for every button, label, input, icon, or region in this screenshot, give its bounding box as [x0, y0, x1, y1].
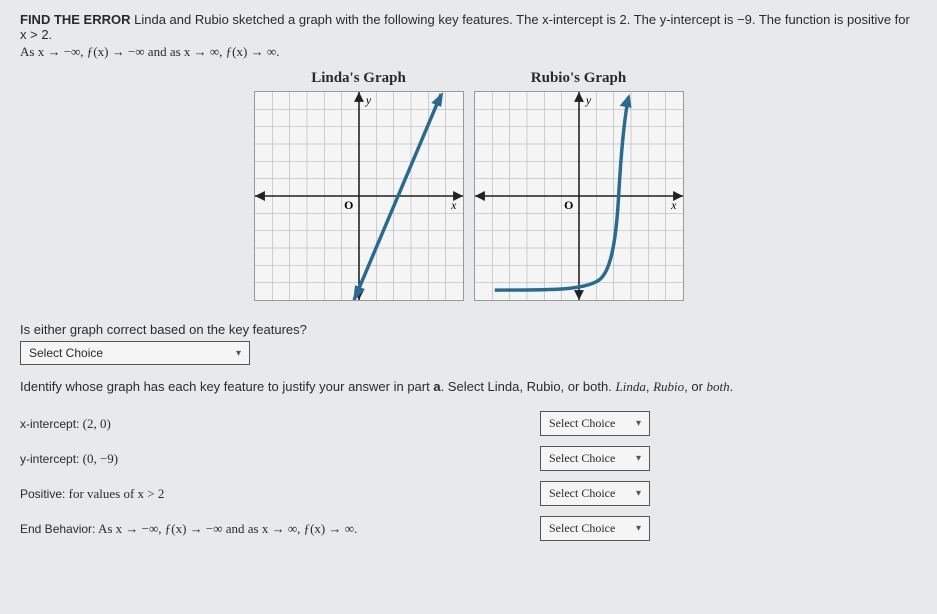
- chevron-down-icon: ▾: [636, 523, 641, 534]
- linda-graph: y x O: [254, 91, 464, 301]
- feature-label: y-intercept: (0, −9): [20, 451, 540, 467]
- feature-label: x-intercept: (2, 0): [20, 416, 540, 432]
- svg-text:x: x: [670, 198, 677, 212]
- graphs-container: Linda's Graph y x O Rubio's Graph: [20, 70, 917, 304]
- feature-label: End Behavior: As x → −∞, ƒ(x) → −∞ and a…: [20, 521, 540, 537]
- chevron-down-icon: ▾: [636, 418, 641, 429]
- identify-instruction: Identify whose graph has each key featur…: [20, 379, 917, 395]
- select-yintercept[interactable]: Select Choice▾: [540, 446, 650, 471]
- select-placeholder: Select Choice: [29, 346, 103, 360]
- svg-text:y: y: [364, 93, 371, 107]
- chevron-down-icon: ▾: [636, 453, 641, 464]
- select-xintercept[interactable]: Select Choice▾: [540, 411, 650, 436]
- header-rest: Linda and Rubio sketched a graph with th…: [20, 12, 910, 42]
- feature-row-yintercept: y-intercept: (0, −9) Select Choice▾: [20, 446, 917, 471]
- rubio-graph: y x O: [474, 91, 684, 301]
- feature-row-positive: Positive: for values of x > 2 Select Cho…: [20, 481, 917, 506]
- question-a-select[interactable]: Select Choice ▾: [20, 341, 250, 365]
- problem-header: FIND THE ERROR Linda and Rubio sketched …: [20, 12, 917, 42]
- chevron-down-icon: ▾: [236, 348, 241, 359]
- feature-row-xintercept: x-intercept: (2, 0) Select Choice▾: [20, 411, 917, 436]
- question-a-text: Is either graph correct based on the key…: [20, 322, 917, 337]
- svg-text:x: x: [450, 198, 457, 212]
- svg-text:O: O: [564, 198, 573, 212]
- rubio-graph-block: Rubio's Graph y x O: [474, 70, 684, 304]
- select-positive[interactable]: Select Choice▾: [540, 481, 650, 506]
- svg-text:y: y: [584, 93, 591, 107]
- feature-row-endbehavior: End Behavior: As x → −∞, ƒ(x) → −∞ and a…: [20, 516, 917, 541]
- chevron-down-icon: ▾: [636, 488, 641, 499]
- svg-text:O: O: [344, 198, 353, 212]
- linda-graph-block: Linda's Graph y x O: [254, 70, 464, 304]
- rubio-title: Rubio's Graph: [474, 70, 684, 87]
- find-error-tag: FIND THE ERROR: [20, 12, 131, 27]
- feature-label: Positive: for values of x > 2: [20, 486, 540, 502]
- end-behavior-line: As x → −∞, ƒ(x) → −∞ and as x → ∞, ƒ(x) …: [20, 44, 917, 60]
- linda-title: Linda's Graph: [254, 70, 464, 87]
- select-endbehavior[interactable]: Select Choice▾: [540, 516, 650, 541]
